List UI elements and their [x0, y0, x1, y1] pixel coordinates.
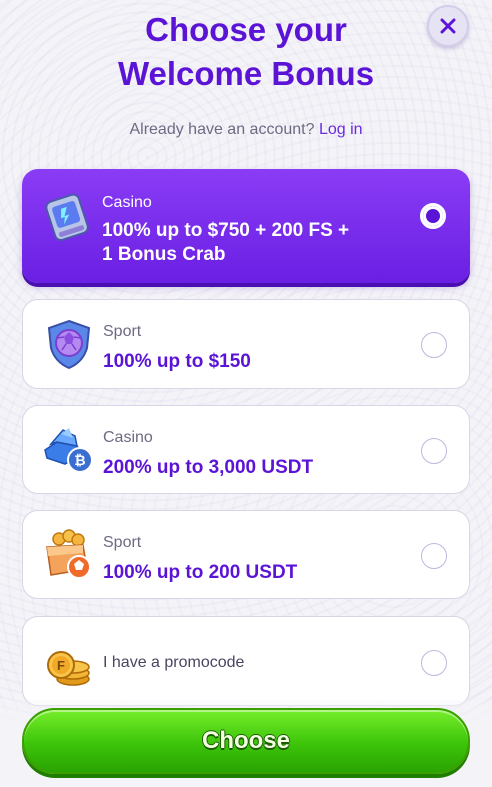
bonus-card-casino-1[interactable]: Casino 100% up to $750 + 200 FS + 1 Bonu…	[22, 169, 470, 283]
close-button[interactable]	[427, 5, 469, 47]
login-link[interactable]: Log in	[319, 121, 363, 138]
title-line-1: Choose your	[145, 11, 347, 48]
bonus-card-casino-2[interactable]: ₿ Casino 200% up to 3,000 USDT	[22, 405, 470, 494]
page-title: Choose your Welcome Bonus	[0, 8, 492, 96]
promocode-card[interactable]: F I have a promocode	[22, 616, 470, 706]
slot-machine-icon	[45, 193, 89, 242]
radio-unselected[interactable]	[421, 650, 447, 676]
choose-button[interactable]: Choose	[22, 708, 470, 774]
bonus-card-sport-1[interactable]: Sport 100% up to $150	[22, 299, 470, 389]
title-line-2: Welcome Bonus	[117, 55, 375, 92]
coin-stack-icon: F	[47, 651, 90, 686]
bonus-category: Casino	[102, 194, 152, 211]
radio-unselected[interactable]	[421, 543, 447, 569]
login-prompt-row: Already have an account? Log in	[0, 121, 492, 139]
shield-ball-icon	[47, 319, 91, 370]
radio-selected[interactable]	[420, 203, 446, 229]
bonus-category: Casino	[103, 429, 153, 446]
bonus-category: Sport	[103, 323, 142, 340]
bonus-offer: 100% up to 200 USDT	[103, 562, 298, 583]
crypto-coin-icon: ₿	[44, 428, 93, 473]
svg-text:F: F	[57, 658, 65, 673]
radio-unselected[interactable]	[421, 332, 447, 358]
bonus-offer-line-1: 100% up to $750 + 200 FS +	[102, 220, 350, 241]
bonus-offer: 100% up to $150	[103, 351, 251, 372]
bonus-card-sport-2[interactable]: Sport 100% up to 200 USDT	[22, 510, 470, 599]
svg-text:₿: ₿	[74, 452, 85, 468]
bonus-offer: 200% up to 3,000 USDT	[103, 457, 314, 478]
bonus-offer: 100% up to $750 + 200 FS + 1 Bonus Crab	[102, 219, 349, 267]
choose-button-label: Choose	[201, 727, 290, 754]
radio-unselected[interactable]	[421, 438, 447, 464]
promocode-label: I have a promocode	[103, 654, 245, 671]
bonus-category: Sport	[103, 534, 142, 551]
treasure-chest-icon	[46, 529, 91, 579]
bonus-offer-line-2: 1 Bonus Crab	[102, 244, 226, 265]
login-prompt: Already have an account?	[129, 121, 315, 138]
close-icon	[440, 18, 456, 34]
